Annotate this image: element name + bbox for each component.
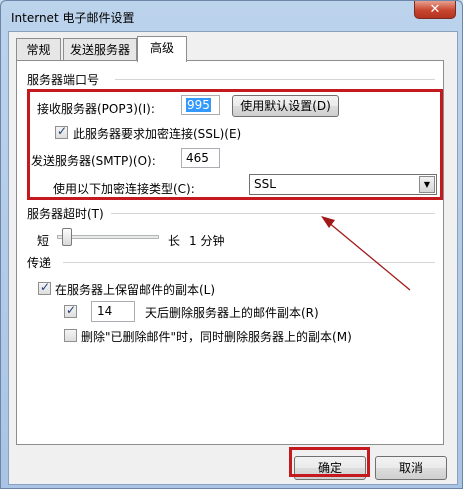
- ok-button[interactable]: 确定: [294, 456, 366, 480]
- ssl-required-checkbox[interactable]: ✓: [55, 124, 68, 139]
- advanced-tab-panel: 服务器端口号 接收服务器(POP3)(I): 995 使用默认设置(D) ✓ 此…: [16, 60, 444, 445]
- incoming-port-input[interactable]: 995: [181, 95, 220, 115]
- remove-deleted-checkbox[interactable]: [64, 329, 77, 342]
- ports-group-label: 服务器端口号: [27, 71, 104, 88]
- outgoing-port-input[interactable]: 465: [181, 148, 220, 168]
- leave-copy-checkbox[interactable]: ✓: [38, 280, 51, 295]
- cancel-button[interactable]: 取消: [375, 456, 447, 480]
- dialog-client-area: 常规 发送服务器 高级 服务器端口号 接收服务器(POP3)(I): 995 使…: [8, 31, 458, 485]
- check-icon: ✓: [40, 280, 51, 294]
- group-divider: [115, 79, 435, 80]
- outgoing-server-label: 发送服务器(SMTP)(O):: [31, 154, 156, 168]
- timeout-value: 1 分钟: [189, 234, 225, 248]
- dialog-window: Internet 电子邮件设置 ✕ 常规 发送服务器 高级 服务器端口号 接收服…: [0, 0, 463, 489]
- remove-after-label: 天后删除服务器上的邮件副本(R): [145, 306, 319, 320]
- incoming-server-label: 接收服务器(POP3)(I):: [37, 102, 155, 116]
- title-bar[interactable]: Internet 电子邮件设置 ✕: [1, 1, 462, 31]
- timeout-long-label: 长: [168, 234, 181, 248]
- check-icon: ✓: [66, 303, 77, 317]
- timeout-short-label: 短: [37, 234, 50, 248]
- leave-copy-label: 在服务器上保留邮件的副本(L): [55, 283, 216, 297]
- check-icon: ✓: [57, 124, 68, 138]
- group-divider: [111, 213, 435, 214]
- chevron-down-icon[interactable]: ▼: [419, 176, 435, 193]
- tab-general[interactable]: 常规: [16, 38, 61, 60]
- timeout-slider-thumb[interactable]: [61, 228, 72, 246]
- delivery-group-label: 传递: [27, 254, 56, 271]
- group-divider: [63, 262, 435, 263]
- timeout-group-label: 服务器超时(T): [27, 205, 108, 222]
- close-button[interactable]: ✕: [414, 1, 456, 19]
- remove-after-checkbox[interactable]: ✓: [64, 303, 77, 318]
- tab-advanced[interactable]: 高级: [137, 36, 187, 62]
- use-defaults-button[interactable]: 使用默认设置(D): [232, 95, 339, 117]
- encryption-type-select[interactable]: SSL ▼: [249, 174, 437, 195]
- window-title: Internet 电子邮件设置: [11, 11, 135, 25]
- tab-outgoing-server[interactable]: 发送服务器: [63, 38, 137, 60]
- close-icon: ✕: [429, 2, 441, 17]
- remove-deleted-label: 删除"已删除邮件"时，同时删除服务器上的副本(M): [81, 330, 352, 344]
- remove-after-days-stepper[interactable]: 14: [91, 301, 135, 322]
- ssl-required-label: 此服务器要求加密连接(SSL)(E): [73, 127, 242, 141]
- timeout-slider-track[interactable]: [57, 235, 159, 239]
- encryption-type-label: 使用以下加密连接类型(C):: [53, 182, 195, 196]
